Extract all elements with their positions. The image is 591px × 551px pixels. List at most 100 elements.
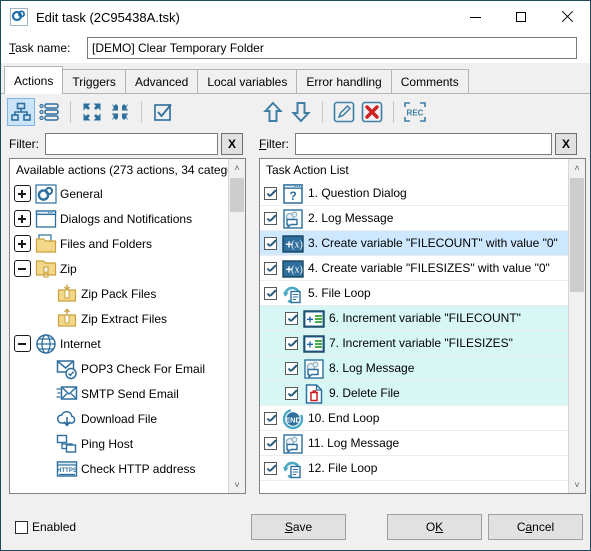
ok-button-label: OK — [426, 520, 443, 534]
left-filter-input[interactable] — [45, 133, 218, 155]
tab-local-variables[interactable]: Local variables — [197, 69, 298, 93]
task-action-row[interactable]: 2. Log Message — [260, 206, 568, 231]
task-action-row[interactable]: 8. Log Message — [260, 356, 568, 381]
scroll-thumb[interactable] — [570, 178, 584, 292]
available-action-row[interactable]: Zip Extract Files — [10, 306, 228, 331]
task-action-list-body[interactable]: ? 1. Question Dialog 2. Log Message + (x) 3. … — [260, 181, 568, 493]
available-action-label: Dialogs and Notifications — [60, 211, 193, 226]
save-button[interactable]: Save — [251, 514, 346, 540]
scroll-up-icon[interactable]: ˄ — [569, 159, 585, 176]
available-action-row[interactable]: Internet — [10, 331, 228, 356]
edit-action-button[interactable] — [330, 98, 358, 126]
task-action-row[interactable]: 5. File Loop — [260, 281, 568, 306]
scroll-up-icon[interactable]: ˄ — [229, 159, 245, 176]
available-action-row[interactable]: SMTP Send Email — [10, 381, 228, 406]
available-action-row[interactable]: HTTPS Check HTTP address — [10, 456, 228, 481]
task-action-checkbox[interactable] — [264, 261, 277, 275]
file-loop-icon — [282, 283, 303, 304]
task-action-row[interactable]: 9. Delete File — [260, 381, 568, 406]
list-view-button[interactable] — [35, 98, 63, 126]
available-action-row[interactable]: Zip — [10, 256, 228, 281]
task-action-list-scrollbar[interactable]: ˄ ˅ — [568, 159, 585, 493]
task-action-row[interactable]: END 10. End Loop — [260, 406, 568, 431]
close-button[interactable] — [544, 1, 590, 33]
select-actions-button[interactable] — [149, 98, 177, 126]
move-down-button[interactable] — [287, 98, 315, 126]
tab-comments-label: Comments — [400, 74, 459, 89]
available-action-row[interactable]: Zip Pack Files — [10, 281, 228, 306]
expand-toggle[interactable] — [14, 210, 31, 227]
task-action-checkbox[interactable] — [264, 411, 277, 425]
expand-toggle[interactable] — [14, 235, 31, 252]
tree-view-button[interactable] — [7, 98, 35, 126]
move-up-button[interactable] — [259, 98, 287, 126]
available-action-row[interactable]: Dialogs and Notifications — [10, 206, 228, 231]
enabled-checkbox-wrap[interactable]: Enabled — [15, 520, 76, 534]
task-action-row[interactable]: + (x) 4. Create variable "FILESIZES" with … — [260, 256, 568, 281]
available-action-row[interactable]: Ping Host — [10, 431, 228, 456]
available-actions-tree[interactable]: General Dialogs and Notifications Files an… — [10, 181, 228, 493]
ok-button[interactable]: OK — [387, 514, 482, 540]
task-action-checkbox[interactable] — [285, 361, 298, 375]
available-actions-listbox[interactable]: Available actions (273 actions, 34 categ… — [9, 158, 246, 494]
available-action-label: SMTP Send Email — [81, 386, 179, 401]
collapse-all-button[interactable] — [106, 98, 134, 126]
left-filter-label: Filter: — [9, 137, 39, 151]
task-action-row[interactable]: +6. Increment variable "FILECOUNT" — [260, 306, 568, 331]
task-name-input[interactable] — [87, 37, 577, 59]
scroll-down-icon[interactable]: ˅ — [229, 476, 245, 493]
available-action-row[interactable]: General — [10, 181, 228, 206]
task-action-list-header: Task Action List — [260, 159, 585, 181]
task-action-checkbox[interactable] — [264, 436, 277, 450]
tab-advanced[interactable]: Advanced — [124, 69, 199, 93]
task-action-row[interactable]: ? 1. Question Dialog — [260, 181, 568, 206]
mail-send-icon — [56, 383, 78, 405]
mail-check-icon — [56, 358, 78, 380]
task-action-checkbox[interactable] — [264, 211, 277, 225]
available-action-row[interactable]: POP3 Check For Email — [10, 356, 228, 381]
collapse-toggle[interactable] — [14, 335, 31, 352]
cancel-button[interactable]: Cancel — [488, 514, 583, 540]
task-action-checkbox[interactable] — [264, 186, 277, 200]
right-filter-clear-button[interactable]: X — [555, 133, 578, 155]
tab-actions[interactable]: Actions — [4, 66, 64, 94]
task-action-listbox[interactable]: Task Action List ? 1. Question Dialog 2. L… — [259, 158, 586, 494]
delete-action-button[interactable] — [358, 98, 386, 126]
available-actions-pane: Filter: X Available actions (273 actions… — [1, 94, 253, 504]
expand-all-button[interactable] — [78, 98, 106, 126]
task-action-row[interactable]: 11. Log Message — [260, 431, 568, 456]
available-action-row[interactable]: Download File — [10, 406, 228, 431]
tab-triggers[interactable]: Triggers — [62, 69, 126, 93]
task-action-row[interactable]: 12. File Loop — [260, 456, 568, 481]
available-actions-scrollbar[interactable]: ˄ ˅ — [228, 159, 245, 493]
maximize-button[interactable] — [498, 1, 544, 33]
svg-text:END: END — [285, 415, 301, 424]
task-action-row[interactable]: +7. Increment variable "FILESIZES" — [260, 331, 568, 356]
task-action-checkbox[interactable] — [264, 236, 277, 250]
collapse-toggle[interactable] — [14, 260, 31, 277]
task-action-checkbox[interactable] — [285, 336, 298, 350]
task-actions-toolbar: REC — [259, 94, 429, 130]
right-filter-input[interactable] — [295, 133, 553, 155]
task-action-checkbox[interactable] — [264, 286, 277, 300]
maximize-icon — [516, 12, 526, 22]
minimize-button[interactable] — [452, 1, 498, 33]
right-filter-clear-label: X — [562, 137, 571, 151]
checkbox-check-icon — [154, 103, 172, 121]
expand-toggle[interactable] — [14, 185, 31, 202]
left-filter-clear-button[interactable]: X — [221, 133, 243, 155]
enabled-checkbox[interactable] — [15, 520, 28, 534]
available-action-row[interactable]: Files and Folders — [10, 231, 228, 256]
scroll-thumb[interactable] — [230, 178, 244, 212]
save-button-label: Save — [285, 520, 312, 534]
tab-comments[interactable]: Comments — [390, 69, 469, 93]
right-filter-label: Filter: — [259, 137, 289, 151]
scroll-down-icon[interactable]: ˅ — [569, 476, 585, 493]
task-action-checkbox[interactable] — [285, 311, 298, 325]
task-action-checkbox[interactable] — [285, 386, 298, 400]
task-action-checkbox[interactable] — [264, 461, 277, 475]
ping-host-icon — [56, 433, 78, 455]
task-action-row[interactable]: + (x) 3. Create variable "FILECOUNT" with … — [260, 231, 568, 256]
tab-error-handling[interactable]: Error handling — [296, 69, 392, 93]
record-button[interactable]: REC — [401, 98, 429, 126]
